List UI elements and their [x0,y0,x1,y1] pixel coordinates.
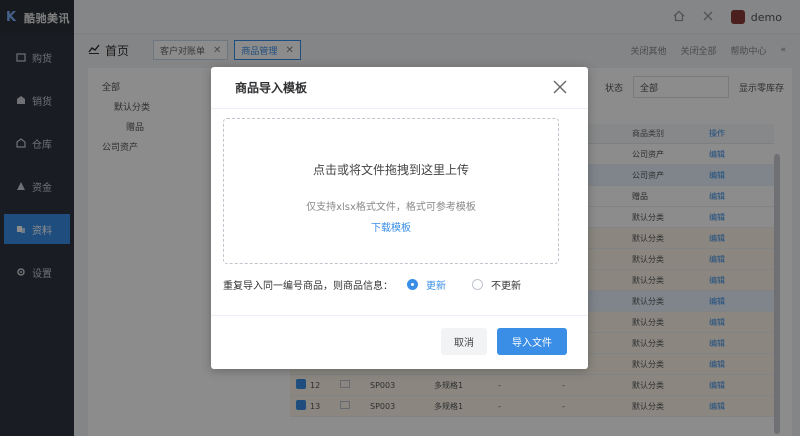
radio-update[interactable]: 更新 [407,277,446,292]
duplicate-option-label: 重复导入同一编号商品，则商品信息： [223,281,393,292]
radio-checked-icon [407,279,418,290]
download-template-link[interactable]: 下载模板 [224,219,558,234]
import-file-button[interactable]: 导入文件 [497,328,567,355]
close-icon[interactable] [552,79,568,95]
cancel-button[interactable]: 取消 [441,328,487,355]
modal-title: 商品导入模板 [235,81,308,95]
import-modal: 商品导入模板 点击或将文件拖拽到这里上传 仅支持xlsx格式文件，格式可参考模板… [211,67,588,369]
radio-no-update[interactable]: 不更新 [472,277,521,292]
modal-header: 商品导入模板 [211,67,588,109]
dropzone-text: 点击或将文件拖拽到这里上传 [312,163,469,177]
radio-no-update-label: 不更新 [491,281,521,292]
modal-divider [211,315,588,316]
duplicate-option-row: 重复导入同一编号商品，则商品信息： 更新 不更新 [223,277,521,292]
radio-update-label: 更新 [426,281,446,292]
radio-unchecked-icon [472,279,483,290]
upload-dropzone[interactable]: 点击或将文件拖拽到这里上传 仅支持xlsx格式文件，格式可参考模板 下载模板 [223,118,559,264]
dropzone-hint: 仅支持xlsx格式文件，格式可参考模板 [306,202,476,213]
